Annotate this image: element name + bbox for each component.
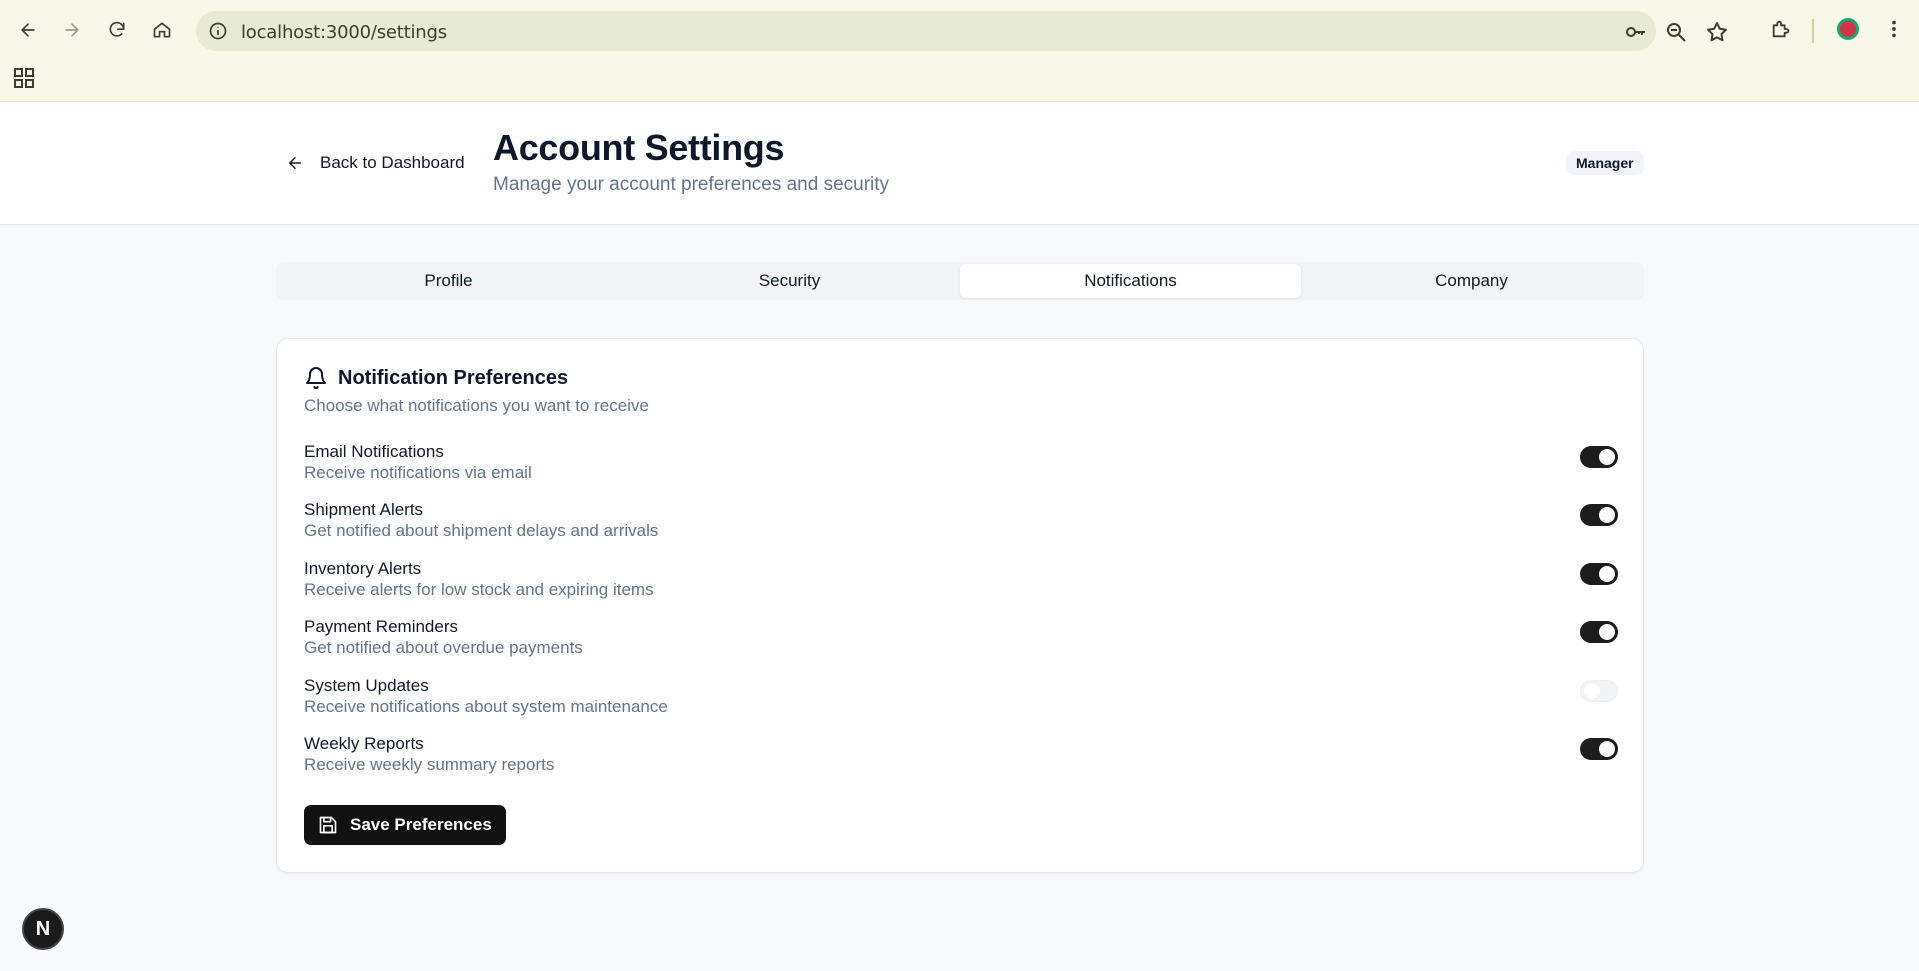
toggle-knob	[1599, 741, 1615, 757]
browser-toolbar: localhost:3000/settings	[0, 0, 1919, 102]
pref-label: Inventory Alerts	[304, 559, 422, 578]
bookmark-star-icon[interactable]	[1705, 20, 1729, 44]
home-icon	[153, 22, 171, 38]
arrow-right-icon	[65, 23, 79, 37]
card-title: Notification Preferences	[304, 366, 568, 390]
pref-row-shipment-alerts: Shipment Alerts Get notified about shipm…	[304, 500, 1618, 548]
extensions-button[interactable]	[1767, 15, 1795, 43]
arrow-left-icon	[21, 23, 35, 37]
email-notifications-toggle[interactable]	[1580, 446, 1618, 468]
pref-label: Email Notifications	[304, 442, 444, 461]
toggle-knob	[1584, 683, 1600, 699]
pref-row-email-notifications: Email Notifications Receive notification…	[304, 442, 1618, 490]
system-updates-toggle[interactable]	[1580, 680, 1618, 702]
weekly-reports-toggle[interactable]	[1580, 738, 1618, 760]
page-subtitle: Manage your account preferences and secu…	[493, 174, 890, 195]
back-link-label: Back to Dashboard	[320, 153, 465, 172]
card-title-text: Notification Preferences	[338, 366, 569, 389]
tab-profile[interactable]: Profile	[278, 264, 619, 298]
settings-tabs: Profile Security Notifications Company	[276, 262, 1644, 300]
tab-company[interactable]: Company	[1301, 264, 1642, 298]
save-icon	[319, 816, 337, 834]
toggle-knob	[1599, 566, 1615, 582]
site-info-icon[interactable]	[208, 21, 228, 41]
toggle-knob	[1599, 449, 1615, 465]
save-button-label: Save Preferences	[350, 815, 492, 834]
pref-label: Shipment Alerts	[304, 500, 424, 519]
pref-label: System Updates	[304, 676, 429, 695]
apps-grid-icon[interactable]	[12, 66, 36, 90]
card-description: Choose what notifications you want to re…	[304, 396, 649, 415]
pref-label: Weekly Reports	[304, 734, 424, 753]
payment-reminders-toggle[interactable]	[1580, 621, 1618, 643]
save-preferences-button[interactable]: Save Preferences	[304, 805, 506, 845]
pref-row-payment-reminders: Payment Reminders Get notified about ove…	[304, 617, 1618, 665]
toolbar-divider	[1812, 19, 1814, 43]
dev-tools-badge[interactable]: N	[22, 908, 64, 950]
profile-button[interactable]	[1834, 15, 1862, 43]
bell-icon	[306, 367, 326, 390]
toggle-knob	[1599, 624, 1615, 640]
shipment-alerts-toggle[interactable]	[1580, 504, 1618, 526]
notification-preferences-card: Notification Preferences Choose what not…	[276, 338, 1644, 873]
reload-button[interactable]	[101, 14, 133, 46]
tab-notifications[interactable]: Notifications	[960, 264, 1301, 298]
inventory-alerts-toggle[interactable]	[1580, 563, 1618, 585]
page-title: Account Settings	[493, 127, 785, 168]
kebab-menu-icon	[1892, 20, 1896, 38]
tab-security[interactable]: Security	[619, 264, 960, 298]
pref-row-weekly-reports: Weekly Reports Receive weekly summary re…	[304, 734, 1618, 782]
pref-row-system-updates: System Updates Receive notifications abo…	[304, 676, 1618, 724]
reload-icon	[109, 21, 125, 37]
pref-description: Receive weekly summary reports	[304, 755, 555, 774]
pref-description: Receive alerts for low stock and expirin…	[304, 580, 654, 599]
pref-row-inventory-alerts: Inventory Alerts Receive alerts for low …	[304, 559, 1618, 607]
home-button[interactable]	[146, 14, 178, 46]
pref-description: Get notified about shipment delays and a…	[304, 521, 659, 540]
pref-label: Payment Reminders	[304, 617, 459, 636]
back-to-dashboard-link[interactable]: Back to Dashboard	[286, 153, 465, 173]
pref-description: Receive notifications about system maint…	[304, 697, 668, 716]
browser-menu-button[interactable]	[1880, 15, 1908, 43]
pref-description: Get notified about overdue payments	[304, 638, 583, 657]
avatar	[1837, 18, 1859, 40]
role-badge: Manager	[1566, 151, 1644, 175]
back-nav-button[interactable]	[12, 14, 44, 46]
forward-nav-button[interactable]	[56, 14, 88, 46]
address-bar[interactable]: localhost:3000/settings	[196, 11, 1727, 51]
arrow-left-icon	[289, 157, 301, 169]
toggle-knob	[1599, 507, 1615, 523]
pref-description: Receive notifications via email	[304, 463, 532, 482]
password-key-icon[interactable]	[1624, 20, 1648, 44]
puzzle-icon	[1772, 20, 1790, 38]
url-text[interactable]: localhost:3000/settings	[241, 22, 447, 43]
zoom-icon[interactable]	[1664, 20, 1688, 44]
page-header: Back to Dashboard Account Settings Manag…	[0, 103, 1919, 225]
